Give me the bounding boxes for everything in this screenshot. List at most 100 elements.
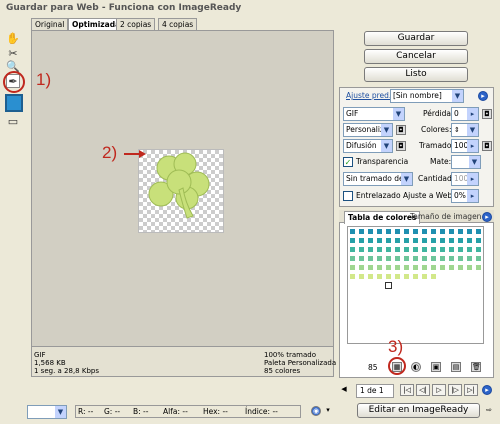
color-swatch[interactable] xyxy=(457,237,464,244)
color-swatch[interactable] xyxy=(430,273,437,280)
color-swatch[interactable] xyxy=(430,237,437,244)
color-swatch[interactable] xyxy=(385,255,392,262)
color-swatch[interactable] xyxy=(385,264,392,271)
transparency-dither-select[interactable]: Sin tramado de tra. ▼ xyxy=(343,172,413,186)
color-swatch[interactable] xyxy=(466,228,473,235)
slice-select-tool-icon[interactable]: ✂ xyxy=(6,47,20,61)
image-preview[interactable] xyxy=(138,149,224,233)
tab-color-table[interactable]: Tabla de colores xyxy=(344,211,421,224)
color-swatch[interactable] xyxy=(367,246,374,253)
color-swatch[interactable] xyxy=(394,264,401,271)
amount-input[interactable]: 100% ▸ xyxy=(451,172,479,186)
first-frame-button[interactable]: |◁ xyxy=(400,384,414,396)
done-button[interactable]: Listo xyxy=(364,67,468,82)
color-swatch[interactable] xyxy=(367,228,374,235)
color-swatch[interactable] xyxy=(475,228,482,235)
color-swatch[interactable] xyxy=(412,264,419,271)
transparency-checkbox[interactable]: ✓ xyxy=(343,157,353,167)
color-swatch[interactable] xyxy=(457,246,464,253)
color-swatch[interactable] xyxy=(358,228,365,235)
new-color-icon[interactable]: ▤ xyxy=(451,362,461,372)
color-swatch[interactable] xyxy=(421,273,428,280)
color-swatch[interactable] xyxy=(385,228,392,235)
color-swatch[interactable] xyxy=(358,273,365,280)
color-swatch[interactable] xyxy=(349,264,356,271)
color-swatch[interactable] xyxy=(466,237,473,244)
color-swatch[interactable] xyxy=(439,246,446,253)
color-swatch[interactable] xyxy=(475,264,482,271)
eyedropper-color-swatch[interactable] xyxy=(5,94,23,112)
previous-arrow-icon[interactable]: ◀ xyxy=(339,385,349,395)
color-swatch[interactable] xyxy=(457,264,464,271)
color-swatch[interactable] xyxy=(385,273,392,280)
dither-mask-icon[interactable]: ◘ xyxy=(396,141,406,151)
color-swatch-grid[interactable] xyxy=(347,226,484,344)
optimize-menu-icon[interactable]: ▸ xyxy=(478,91,488,101)
color-swatch[interactable] xyxy=(358,264,365,271)
color-swatch[interactable] xyxy=(448,237,455,244)
color-swatch[interactable] xyxy=(421,255,428,262)
trash-icon[interactable]: 🗑 xyxy=(471,362,481,372)
save-button[interactable]: Guardar xyxy=(364,31,468,46)
color-swatch[interactable] xyxy=(376,255,383,262)
color-swatch[interactable] xyxy=(439,264,446,271)
color-swatch[interactable] xyxy=(475,255,482,262)
tab-2-up[interactable]: 2 copias xyxy=(116,18,156,30)
transparent-color-swatch[interactable] xyxy=(385,282,392,289)
color-swatch[interactable] xyxy=(439,237,446,244)
last-frame-button[interactable]: ▷| xyxy=(464,384,478,396)
color-swatch[interactable] xyxy=(457,228,464,235)
edit-in-imageready-button[interactable]: Editar en ImageReady xyxy=(357,403,480,418)
color-swatch[interactable] xyxy=(439,228,446,235)
web-snap-input[interactable]: 0% ▸ xyxy=(451,189,479,203)
color-swatch[interactable] xyxy=(430,228,437,235)
color-swatch[interactable] xyxy=(376,228,383,235)
color-swatch[interactable] xyxy=(448,264,455,271)
prev-frame-button[interactable]: ◁| xyxy=(416,384,430,396)
cancel-button[interactable]: Cancelar xyxy=(364,49,468,64)
color-swatch[interactable] xyxy=(385,237,392,244)
dither-amount-input[interactable]: 100% ▸ xyxy=(451,139,479,153)
color-swatch[interactable] xyxy=(367,273,374,280)
color-swatch[interactable] xyxy=(394,237,401,244)
color-swatch[interactable] xyxy=(412,255,419,262)
lock-color-icon[interactable]: ▣ xyxy=(431,362,441,372)
format-select[interactable]: GIF ▼ xyxy=(343,107,405,121)
chevron-down-icon[interactable]: ▾ xyxy=(323,406,333,416)
colors-select[interactable]: ⇕ ▼ xyxy=(451,123,479,137)
color-swatch[interactable] xyxy=(367,255,374,262)
color-swatch[interactable] xyxy=(412,228,419,235)
color-swatch[interactable] xyxy=(367,264,374,271)
palette-mask-icon[interactable]: ◘ xyxy=(396,125,406,135)
color-swatch[interactable] xyxy=(475,246,482,253)
interlaced-checkbox[interactable] xyxy=(343,191,353,201)
tab-original[interactable]: Original xyxy=(31,18,69,30)
color-swatch[interactable] xyxy=(349,237,356,244)
color-swatch[interactable] xyxy=(394,246,401,253)
preset-select[interactable]: [Sin nombre] ▼ xyxy=(390,89,464,103)
color-swatch[interactable] xyxy=(403,273,410,280)
color-swatch[interactable] xyxy=(430,255,437,262)
color-swatch[interactable] xyxy=(394,273,401,280)
color-swatch[interactable] xyxy=(475,237,482,244)
color-swatch[interactable] xyxy=(349,228,356,235)
dither-select[interactable]: Difusión ▼ xyxy=(343,139,393,153)
color-swatch[interactable] xyxy=(457,255,464,262)
color-swatch[interactable] xyxy=(421,246,428,253)
color-swatch[interactable] xyxy=(466,246,473,253)
color-swatch[interactable] xyxy=(421,228,428,235)
color-swatch[interactable] xyxy=(394,228,401,235)
zoom-select[interactable]: ▼ xyxy=(27,405,67,419)
loss-mask-icon[interactable]: ◘ xyxy=(482,109,492,119)
color-swatch[interactable] xyxy=(466,255,473,262)
play-button[interactable]: ▷ xyxy=(432,384,446,396)
color-swatch[interactable] xyxy=(403,255,410,262)
color-swatch[interactable] xyxy=(376,273,383,280)
animation-menu-icon[interactable]: ▸ xyxy=(482,385,492,395)
palette-select[interactable]: Personalizada ▼ xyxy=(343,123,393,137)
color-swatch[interactable] xyxy=(403,246,410,253)
matte-select[interactable]: ▼ xyxy=(451,155,481,169)
color-swatch[interactable] xyxy=(394,255,401,262)
tab-image-size[interactable]: Tamaño de imagen xyxy=(410,211,481,223)
color-swatch[interactable] xyxy=(403,228,410,235)
